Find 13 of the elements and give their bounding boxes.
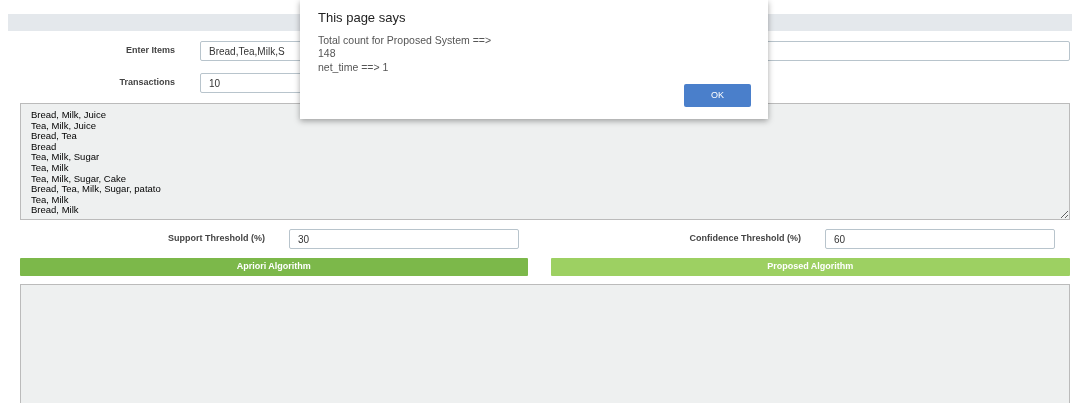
dialog-title: This page says (318, 9, 407, 27)
output-textarea[interactable] (20, 284, 1070, 403)
field-label: Confidence Threshold (%) (688, 232, 801, 246)
dialog-message: net_time ==> 1 (318, 60, 390, 74)
field-label: Transactions (118, 76, 175, 90)
transactions-textarea[interactable]: Bread, Milk, Juice Tea, Milk, Juice Bread, Tea Bread Tea, Milk, Sugar Tea, Milk Tea, Milk, Sugar, Cake Bread, Tea, Milk, Sugar, patato Tea, Milk Bread, Milk (20, 103, 1070, 220)
dialog-message: Total count for Proposed System ==> (318, 33, 493, 47)
field-label: Support Threshold (%) (167, 232, 265, 246)
ok-button[interactable]: OK (684, 84, 751, 107)
dialog-message: 148 (318, 47, 337, 61)
field-label: Enter Items (124, 44, 175, 58)
threshold-field[interactable]: 60 (825, 229, 1055, 249)
threshold-field[interactable]: 30 (289, 229, 519, 249)
